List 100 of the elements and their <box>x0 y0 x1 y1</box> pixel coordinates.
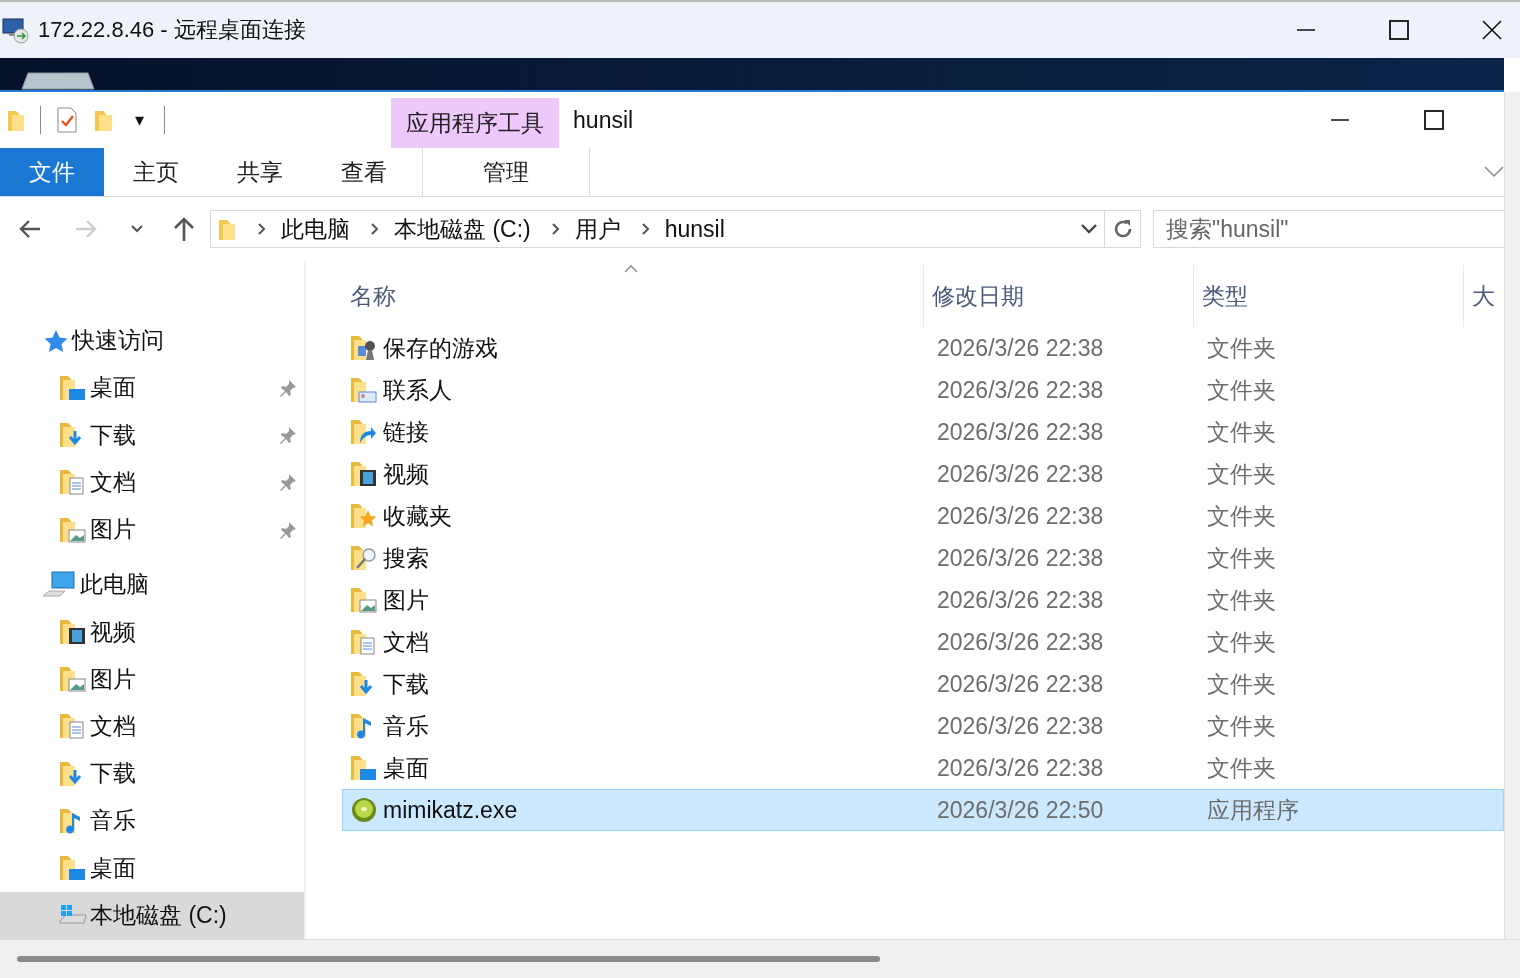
file-name: 下载 <box>383 669 429 699</box>
modified-date: 2026/3/26 22:50 <box>936 796 1105 824</box>
file-row[interactable]: 文档 2026/3/26 22:38 文件夹 <box>342 621 1504 663</box>
star-icon <box>42 328 68 353</box>
sidebar-item[interactable]: 本地磁盘 (C:) <box>0 891 304 940</box>
file-name: 桌面 <box>383 753 429 783</box>
sidebar-item[interactable]: 快速访问 <box>0 317 304 365</box>
modified-date: 2026/3/26 22:38 <box>936 670 1105 698</box>
sidebar-item[interactable]: 下载 <box>0 750 304 798</box>
video-folder-icon <box>58 618 88 646</box>
file-type: 文件夹 <box>1206 375 1277 405</box>
modified-date: 2026/3/26 22:38 <box>936 712 1105 740</box>
maximize-icon[interactable] <box>1389 20 1409 40</box>
file-name: 搜索 <box>383 543 429 573</box>
file-name: 链接 <box>383 417 429 447</box>
address-bar[interactable]: 此电脑 本地磁盘 (C:) 用户 hunsil <box>210 210 1105 248</box>
sidebar-item[interactable]: 图片 <box>0 505 304 554</box>
close-icon[interactable] <box>1482 20 1502 40</box>
picture-folder-icon <box>349 586 379 614</box>
sidebar-item[interactable]: 文档 <box>0 458 304 506</box>
file-row[interactable]: 视频 2026/3/26 22:38 文件夹 <box>342 453 1504 495</box>
pin-icon[interactable] <box>278 377 298 398</box>
file-type: 文件夹 <box>1206 333 1277 363</box>
chevron-right-icon[interactable] <box>370 222 380 236</box>
file-name: 联系人 <box>383 375 452 405</box>
customize-toolbar-button[interactable]: ▾ <box>129 109 151 131</box>
pin-icon[interactable] <box>278 519 298 540</box>
breadcrumb-item[interactable]: hunsil <box>664 215 725 243</box>
chevron-right-icon[interactable] <box>550 222 561 236</box>
chevron-down-icon[interactable] <box>1080 223 1098 235</box>
column-header[interactable]: 修改日期 <box>924 265 1194 327</box>
file-row[interactable]: 图片 2026/3/26 22:38 文件夹 <box>342 579 1504 621</box>
sidebar-item[interactable]: 文档 <box>0 702 304 751</box>
back-arrow-icon[interactable] <box>18 219 42 239</box>
modified-date: 2026/3/26 22:38 <box>936 502 1105 530</box>
modified-date: 2026/3/26 22:38 <box>936 628 1105 656</box>
search-field[interactable]: 搜索"hunsil" <box>1153 210 1504 248</box>
file-row[interactable]: 音乐 2026/3/26 22:38 文件夹 <box>342 705 1504 747</box>
column-header[interactable]: 名称 <box>342 265 924 327</box>
sidebar-item[interactable]: 桌面 <box>0 844 304 892</box>
up-arrow-icon[interactable] <box>172 216 196 242</box>
file-row[interactable]: 联系人 2026/3/26 22:38 文件夹 <box>342 369 1504 411</box>
scrollbar-thumb[interactable] <box>17 956 880 962</box>
file-row[interactable]: 保存的游戏 2026/3/26 22:38 文件夹 <box>342 327 1504 369</box>
sidebar-item[interactable]: 此电脑 <box>0 561 304 609</box>
video-folder-icon <box>349 460 379 488</box>
modified-date: 2026/3/26 22:38 <box>936 754 1105 782</box>
file-name: mimikatz.exe <box>383 796 518 824</box>
chevron-right-icon[interactable] <box>257 222 267 236</box>
column-header[interactable]: 大 <box>1464 265 1504 327</box>
column-header[interactable]: 类型 <box>1194 265 1464 327</box>
sidebar-item[interactable]: 音乐 <box>0 797 304 845</box>
ribbon-tab[interactable]: 文件 <box>0 148 104 196</box>
desktop-folder-icon <box>58 854 88 883</box>
file-name: 文档 <box>383 627 429 657</box>
file-row[interactable]: 收藏夹 2026/3/26 22:38 文件夹 <box>342 495 1504 537</box>
file-type: 文件夹 <box>1206 501 1277 531</box>
file-type: 文件夹 <box>1206 627 1277 657</box>
modified-date: 2026/3/26 22:38 <box>936 376 1105 404</box>
file-name: 音乐 <box>383 711 429 741</box>
links-folder-icon <box>349 418 379 446</box>
sidebar-item[interactable]: 下载 <box>0 411 304 459</box>
file-row[interactable]: 链接 2026/3/26 22:38 文件夹 <box>342 411 1504 453</box>
pin-icon[interactable] <box>278 425 298 446</box>
file-row[interactable]: 下载 2026/3/26 22:38 文件夹 <box>342 663 1504 705</box>
favorites-folder-icon <box>349 502 379 530</box>
desktop-folder-icon <box>58 373 88 402</box>
modified-date: 2026/3/26 22:38 <box>936 460 1105 488</box>
sort-caret-icon <box>624 265 638 273</box>
file-name: 保存的游戏 <box>383 333 498 363</box>
chevron-right-icon[interactable] <box>640 222 651 236</box>
sidebar-item[interactable]: 视频 <box>0 608 304 656</box>
kiwi-icon <box>349 796 379 824</box>
remote-desktop-icon <box>2 16 30 44</box>
window-title: 172.22.8.46 - 远程桌面连接 <box>38 16 306 44</box>
file-row[interactable]: mimikatz.exe 2026/3/26 22:50 应用程序 <box>342 789 1504 831</box>
sidebar-item[interactable]: 图片 <box>0 655 304 703</box>
picture-folder-icon <box>58 665 88 694</box>
file-type: 文件夹 <box>1206 417 1277 447</box>
file-type: 文件夹 <box>1206 711 1277 741</box>
properties-icon[interactable] <box>55 106 79 134</box>
file-type: 文件夹 <box>1206 669 1277 699</box>
refresh-button[interactable] <box>1105 210 1141 248</box>
ribbon-tab[interactable]: 管理 <box>422 148 590 196</box>
sidebar-item[interactable]: 桌面 <box>0 364 304 412</box>
file-row[interactable]: 搜索 2026/3/26 22:38 文件夹 <box>342 537 1504 579</box>
chevron-down-icon[interactable] <box>130 224 144 234</box>
breadcrumb-item[interactable]: 用户 <box>574 213 621 245</box>
file-type: 文件夹 <box>1206 543 1277 573</box>
breadcrumb-item[interactable]: 本地磁盘 (C:) <box>394 213 531 245</box>
maximize-icon[interactable] <box>1424 110 1444 130</box>
file-type: 文件夹 <box>1206 585 1277 615</box>
breadcrumb-item[interactable]: 此电脑 <box>281 213 350 245</box>
contacts-folder-icon <box>349 376 379 404</box>
recycle-bin-icon <box>20 71 96 90</box>
context-tab-group: 应用程序工具 <box>391 98 560 148</box>
search-folder-icon <box>349 544 379 572</box>
pin-icon[interactable] <box>278 472 298 493</box>
file-row[interactable]: 桌面 2026/3/26 22:38 文件夹 <box>342 747 1504 789</box>
modified-date: 2026/3/26 22:38 <box>936 334 1105 362</box>
